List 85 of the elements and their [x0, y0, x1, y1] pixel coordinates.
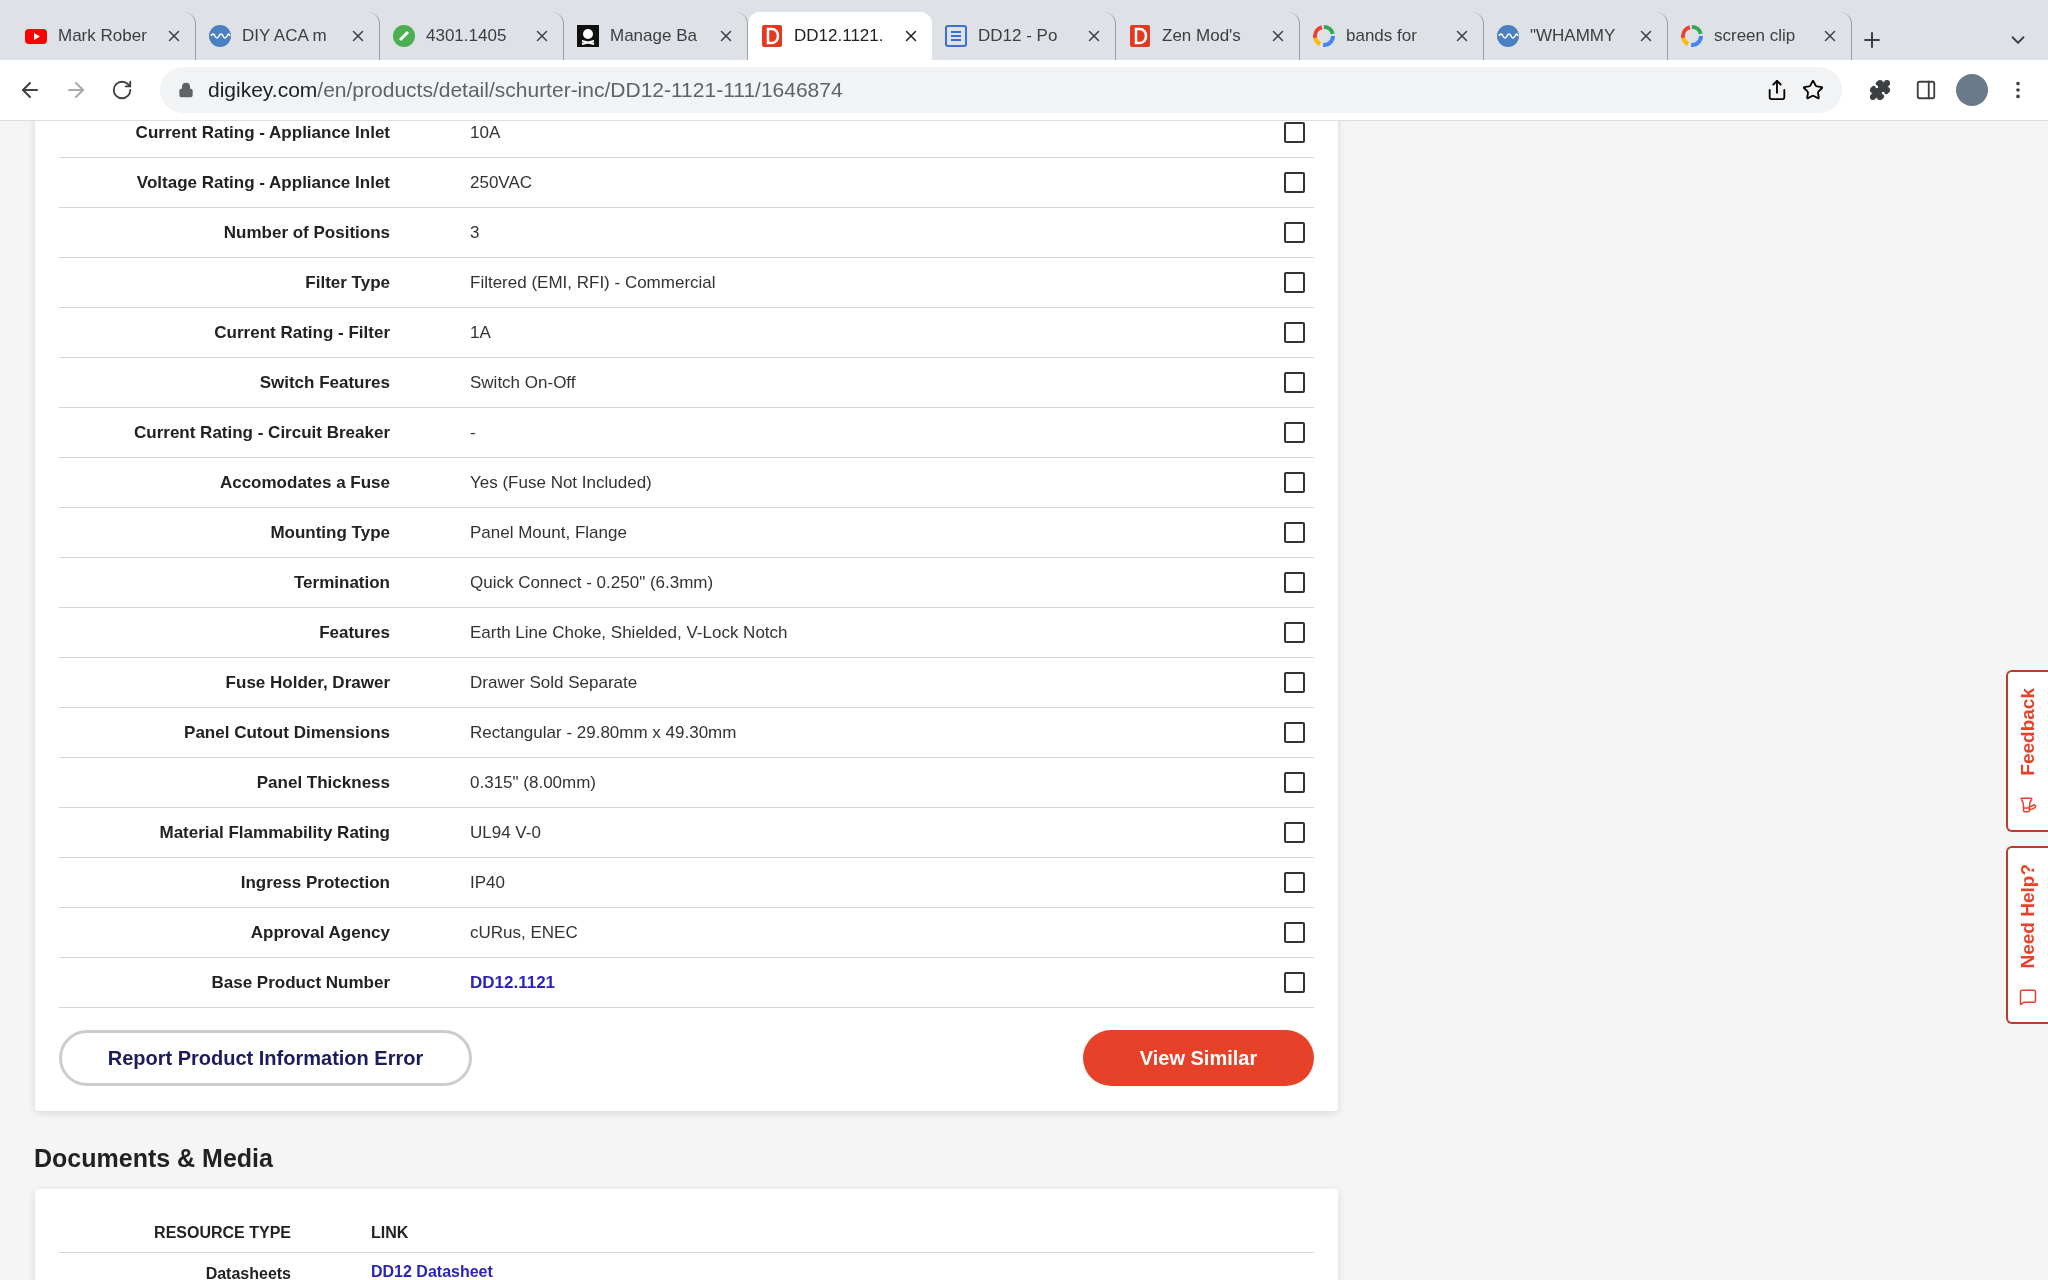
chat-icon: [2019, 988, 2037, 1007]
checkbox[interactable]: [1283, 872, 1305, 893]
checkbox[interactable]: [1283, 122, 1305, 143]
checkbox[interactable]: [1283, 572, 1305, 593]
checkbox[interactable]: [1283, 922, 1305, 943]
attribute-label: Mounting Type: [269, 522, 390, 543]
attribute-label: Voltage Rating - Appliance Inlet: [135, 172, 390, 193]
checkbox[interactable]: [1283, 622, 1305, 643]
attribute-label: Ingress Protection: [239, 872, 390, 893]
checkbox[interactable]: [1283, 272, 1305, 293]
attribute-value: 3: [470, 222, 481, 243]
letter-logo-icon: [1128, 24, 1152, 48]
attribute-label: Base Product Number: [210, 972, 390, 993]
puzzle-piece-icon[interactable]: [1869, 79, 1891, 101]
attribute-label: Accomodates a Fuse: [218, 472, 390, 493]
attribute-value: cURus, ENEC: [470, 922, 579, 943]
attribute-label: Current Rating - Circuit Breaker: [133, 422, 390, 443]
circle-icon: [392, 24, 416, 48]
checkbox[interactable]: [1283, 422, 1305, 443]
attribute-label: Fuse Holder, Drawer: [224, 672, 390, 693]
checkbox[interactable]: [1283, 172, 1305, 193]
column-header: LINK: [371, 1224, 410, 1242]
wave-icon: [208, 24, 232, 48]
checkbox[interactable]: [1283, 972, 1305, 993]
google-icon: [1312, 24, 1336, 48]
address-bar[interactable]: digikey.com/en/products/detail/schurter-inc/DD12-1121-111/1646874: [160, 67, 1842, 113]
reload-icon[interactable]: [111, 79, 133, 101]
attribute-label: Current Rating - Filter: [213, 322, 390, 343]
checkbox[interactable]: [1283, 522, 1305, 543]
attribute-value: Switch On-Off: [470, 372, 577, 393]
attribute-value: Panel Mount, Flange: [470, 522, 628, 543]
megaphone-icon: [2019, 795, 2037, 814]
checkbox[interactable]: [1283, 722, 1305, 743]
checkbox[interactable]: [1283, 322, 1305, 343]
checkbox[interactable]: [1283, 672, 1305, 693]
attribute-value: Earth Line Choke, Shielded, V-Lock Notch: [470, 622, 789, 643]
attribute-value: Quick Connect - 0.250" (6.3mm): [470, 572, 715, 593]
report-error-button[interactable]: Report Product Information Error: [59, 1030, 472, 1086]
letter-logo-icon: [760, 24, 784, 48]
attribute-value: -: [470, 422, 477, 443]
attribute-value: 10A: [470, 122, 502, 143]
wave-icon: [1496, 24, 1520, 48]
document-icon: [944, 24, 968, 48]
attribute-label: Filter Type: [304, 272, 390, 293]
attribute-value: Rectangular - 29.80mm x 49.30mm: [470, 722, 738, 743]
help-tab[interactable]: Need Help?: [2006, 845, 2048, 1025]
attribute-label: Panel Thickness: [255, 772, 390, 793]
bookmark-star-icon[interactable]: [1802, 79, 1824, 101]
attribute-value: UL94 V-0: [470, 822, 542, 843]
attribute-label: Panel Cutout Dimensions: [183, 722, 390, 743]
avatar[interactable]: [1956, 74, 1988, 106]
share-icon[interactable]: [1766, 79, 1788, 101]
view-similar-button[interactable]: View Similar: [1083, 1030, 1314, 1086]
attribute-link[interactable]: DD12.1121: [470, 972, 1194, 993]
lock-icon: [178, 82, 194, 98]
attribute-label: Current Rating - Appliance Inlet: [134, 122, 390, 143]
checkbox[interactable]: [1283, 372, 1305, 393]
attribute-label: Material Flammability Rating: [158, 822, 390, 843]
attribute-value: Filtered (EMI, RFI) - Commercial: [470, 272, 717, 293]
attribute-label: Features: [318, 622, 390, 643]
side-panel-icon[interactable]: [1915, 79, 1937, 101]
resource-type: Datasheets: [204, 1264, 291, 1280]
attribute-label: Approval Agency: [249, 922, 390, 943]
attribute-value: Drawer Sold Separate: [470, 672, 639, 693]
checkbox[interactable]: [1283, 772, 1305, 793]
url-path: /en/products/detail/schurter-inc/DD12-1121-111/1646874: [317, 78, 843, 101]
checkbox[interactable]: [1283, 222, 1305, 243]
attribute-label: Switch Features: [258, 372, 390, 393]
feedback-tab[interactable]: Feedback: [2006, 670, 2048, 832]
url-domain: digikey.com: [208, 78, 318, 101]
attribute-label: Number of Positions: [222, 222, 390, 243]
column-header: RESOURCE TYPE: [153, 1224, 291, 1242]
attribute-label: Termination: [292, 572, 390, 593]
browser-tab[interactable]: DD12.1121.: [748, 12, 932, 60]
skull-icon: [576, 24, 600, 48]
google-icon: [1680, 24, 1704, 48]
attribute-value: IP40: [470, 872, 506, 893]
checkbox[interactable]: [1283, 822, 1305, 843]
attribute-value: 0.315" (8.00mm): [470, 772, 598, 793]
attribute-value: Yes (Fuse Not Included): [470, 472, 653, 493]
section-heading: Documents & Media: [34, 1144, 274, 1173]
attribute-value: 250VAC: [470, 172, 534, 193]
datasheet-link[interactable]: DD12 Datasheet: [371, 1263, 1314, 1280]
attribute-value: 1A: [470, 322, 492, 343]
checkbox[interactable]: [1283, 472, 1305, 493]
